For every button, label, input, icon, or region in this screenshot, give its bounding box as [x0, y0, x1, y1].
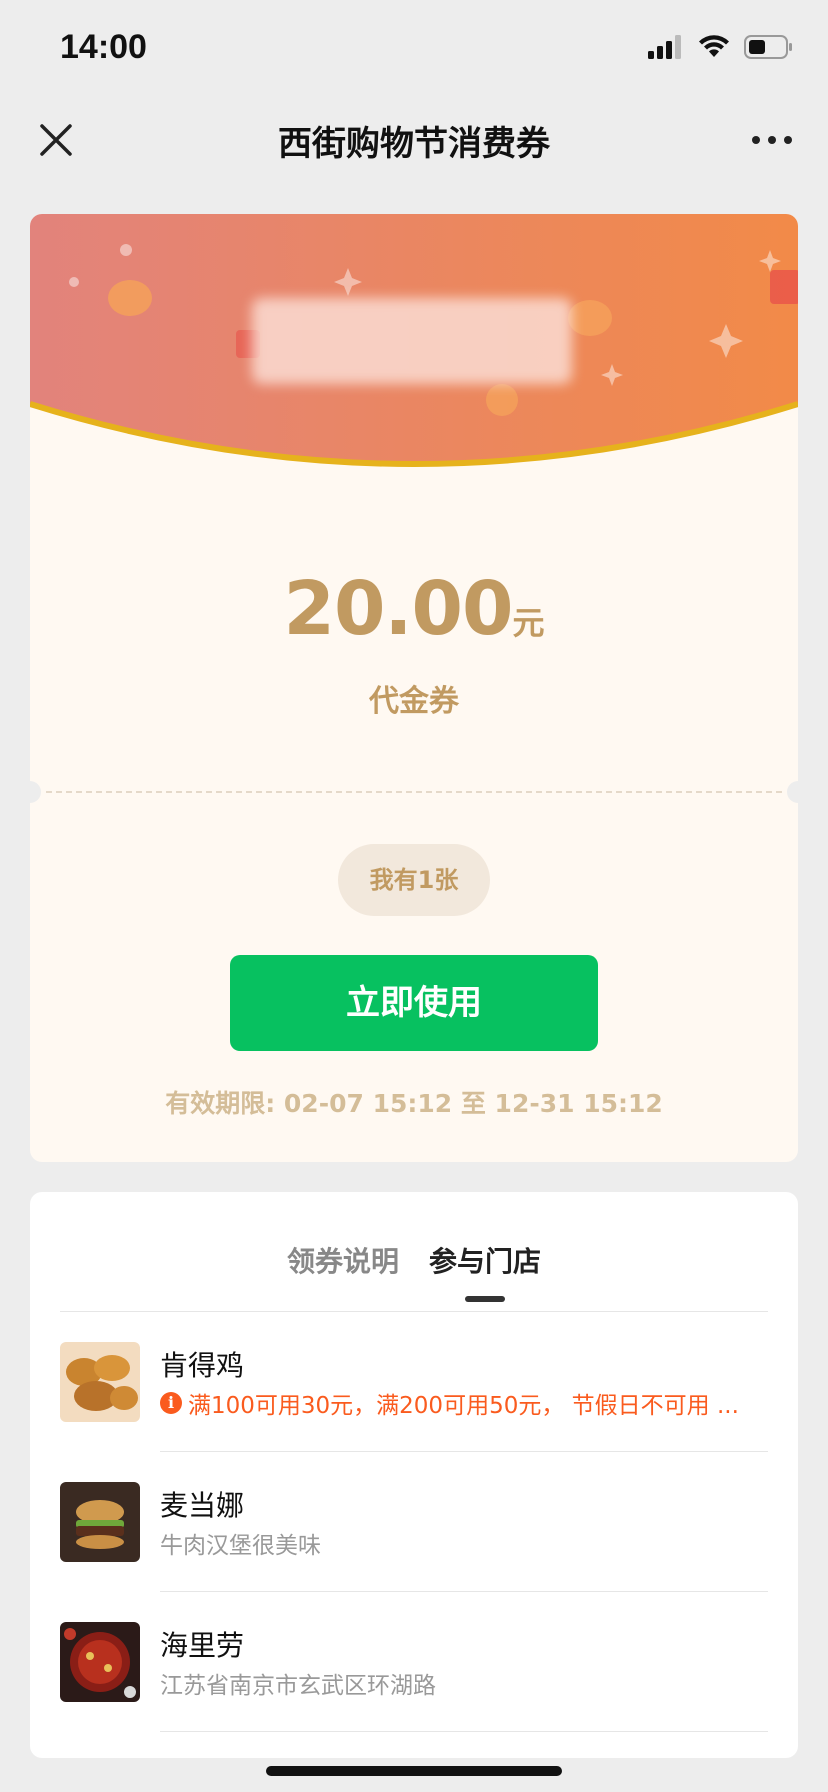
coupon-amount: 20.00元 [30, 566, 798, 652]
store-desc: 满100可用30元，满200可用50元， 节假日不可用 ... [188, 1393, 739, 1419]
tab-bar: 领券说明 参与门店 [30, 1240, 798, 1302]
validity-period: 有效期限: 02-07 15:12 至 12-31 15:12 [165, 1089, 663, 1118]
wifi-icon [699, 35, 729, 57]
coupon-card: 20.00元 代金券 我有1张 立即使用 有效期限: 02-07 15:12 至… [30, 214, 798, 1162]
status-time: 14:00 [60, 28, 147, 66]
card-notch-left [30, 781, 41, 803]
info-icon: i [160, 1392, 182, 1414]
store-item[interactable]: 肯得鸡 i 满100可用30元，满200可用50元， 节假日不可用 ... [60, 1312, 768, 1452]
fried-chicken-thumbnail [60, 1342, 140, 1422]
coupon-count-badge: 我有1张 [338, 844, 490, 916]
burger-thumbnail [60, 1482, 140, 1562]
store-desc: 牛肉汉堡很美味 [160, 1533, 321, 1559]
nav-bar: 西街购物节消费券 [0, 96, 828, 184]
battery-icon [744, 35, 792, 59]
store-name: 肯得鸡 [160, 1349, 245, 1382]
card-notch-right [787, 781, 798, 803]
cellular-signal-icon [648, 35, 681, 59]
store-name: 海里劳 [160, 1629, 245, 1662]
store-item[interactable]: 麦当娜 牛肉汉堡很美味 [60, 1452, 768, 1592]
tab-coupon-instructions[interactable]: 领券说明 [287, 1240, 399, 1280]
tab-participating-stores[interactable]: 参与门店 [429, 1240, 541, 1302]
dashed-divider [46, 791, 782, 793]
amount-unit: 元 [512, 604, 545, 642]
stores-card: 领券说明 参与门店 肯得鸡 i 满100可用30元，满200可用50元， 节假日… [30, 1192, 798, 1758]
store-name: 麦当娜 [160, 1489, 245, 1522]
amount-value: 20.00 [283, 566, 513, 652]
store-divider [160, 1731, 768, 1732]
merchant-logo-blurred [252, 298, 572, 384]
store-item[interactable]: 海里劳 江苏省南京市玄武区环湖路 [60, 1592, 768, 1732]
page-title: 西街购物节消费券 [278, 124, 550, 164]
store-desc: 江苏省南京市玄武区环湖路 [160, 1673, 436, 1699]
coupon-type: 代金券 [369, 684, 459, 719]
more-options-icon[interactable] [746, 118, 798, 162]
home-indicator [266, 1766, 562, 1776]
hotpot-thumbnail [60, 1622, 140, 1702]
use-now-button[interactable]: 立即使用 [230, 955, 598, 1051]
status-icons [648, 34, 794, 60]
status-bar: 14:00 [0, 0, 828, 96]
store-promo-text: i 满100可用30元，满200可用50元， 节假日不可用 ... [160, 1386, 739, 1420]
